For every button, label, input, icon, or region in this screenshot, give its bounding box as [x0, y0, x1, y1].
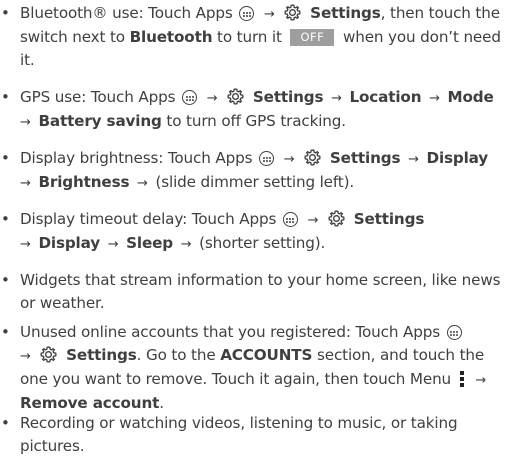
sleep-label: Sleep	[126, 234, 173, 252]
accounts-end-text: .	[159, 394, 164, 412]
settings-gear-icon	[284, 4, 302, 21]
list-item-brightness: • Display brightness: Touch Apps → Setti…	[0, 147, 509, 195]
brightness-label: Brightness	[38, 173, 130, 191]
list-item-accounts: • Unused online accounts that you regist…	[0, 321, 509, 415]
display-label: Display	[38, 234, 100, 252]
arrow: →	[20, 176, 31, 191]
brightness-suffix-text: (slide dimmer setting left).	[150, 173, 355, 191]
remove-account-label: Remove account	[20, 394, 160, 412]
list-item-widgets: • Widgets that stream information to you…	[0, 269, 509, 315]
battery-saving-label: Battery saving	[38, 112, 162, 130]
location-label: Location	[349, 88, 422, 106]
bluetooth-prefix-text: Bluetooth® use: Touch Apps	[20, 4, 233, 22]
arrow: →	[408, 152, 419, 167]
apps-icon	[446, 325, 462, 340]
accounts-prefix-text: Unused online accounts that you register…	[20, 323, 440, 341]
settings-label: Settings	[66, 346, 137, 364]
apps-icon	[259, 151, 275, 166]
arrow: →	[475, 373, 487, 388]
widgets-text: Widgets that stream information to your …	[20, 271, 501, 312]
display-label: Display	[426, 149, 489, 167]
bullet: •	[1, 323, 10, 341]
arrow: →	[429, 91, 440, 106]
menu-icon	[459, 371, 464, 387]
arrow: →	[264, 7, 275, 22]
arrow: →	[20, 237, 31, 252]
settings-label: Settings	[329, 149, 401, 167]
mode-label: Mode	[447, 88, 494, 106]
arrow: →	[137, 176, 148, 191]
bluetooth-label: Bluetooth	[129, 28, 213, 46]
settings-gear-icon	[227, 88, 244, 105]
list-item-timeout: • Display timeout delay: Touch Apps → Se…	[0, 208, 509, 256]
apps-icon	[239, 6, 255, 21]
accounts-label: ACCOUNTS	[220, 346, 313, 364]
settings-label: Settings	[353, 210, 425, 228]
settings-label: Settings	[310, 4, 381, 22]
arrow: →	[283, 152, 295, 167]
recording-text: Recording or watching videos, listening …	[20, 414, 458, 455]
gps-suffix-text: to turn off GPS tracking.	[161, 112, 346, 130]
settings-gear-icon	[304, 149, 321, 166]
timeout-prefix-text: Display timeout delay: Touch Apps	[20, 210, 277, 228]
bullet: •	[1, 4, 10, 22]
list-item-bluetooth: • Bluetooth® use: Touch Apps → Settings,…	[0, 2, 509, 72]
list-item-recording: • Recording or watching videos, listenin…	[0, 412, 509, 458]
apps-icon	[182, 90, 198, 105]
list-item-gps: • GPS use: Touch Apps → Settings → Locat…	[0, 86, 509, 134]
settings-label: Settings	[252, 88, 324, 106]
arrow: →	[331, 91, 342, 106]
bullet: •	[1, 271, 10, 289]
settings-gear-icon	[40, 346, 58, 363]
arrow: →	[107, 237, 119, 252]
brightness-prefix-text: Display brightness: Touch Apps	[20, 149, 253, 167]
bullet: •	[1, 149, 10, 167]
arrow: →	[20, 349, 31, 364]
arrow: →	[307, 213, 319, 228]
go-to-text: . Go to the	[136, 346, 221, 364]
settings-gear-icon	[328, 210, 345, 227]
timeout-suffix-text: (shorter setting).	[194, 234, 326, 252]
turn-it-text: to turn it	[212, 28, 282, 46]
gps-prefix-text: GPS use: Touch Apps	[20, 88, 176, 106]
bluetooth-off-toggle[interactable]: OFF	[290, 29, 335, 46]
arrow: →	[180, 237, 192, 252]
arrow: →	[206, 91, 218, 106]
apps-icon	[282, 212, 298, 227]
bullet: •	[1, 88, 10, 106]
bullet: •	[1, 210, 10, 228]
bullet: •	[1, 414, 10, 432]
arrow: →	[20, 115, 31, 130]
